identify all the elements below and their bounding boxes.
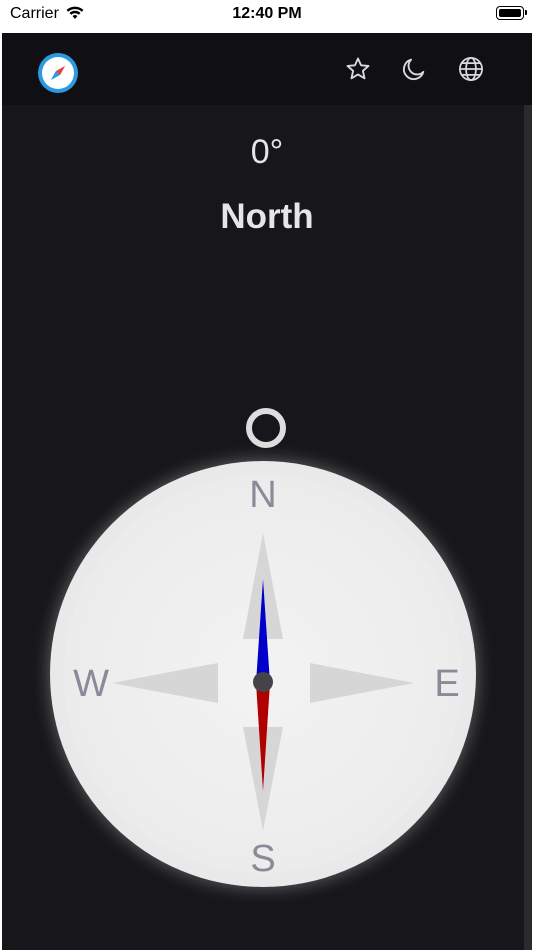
cardinal-e: E [434, 663, 460, 705]
rose-point-east [310, 663, 414, 703]
cardinal-s: S [250, 838, 276, 880]
heading-degrees: 0° [250, 133, 284, 171]
status-bar: Carrier 12:40 PM [0, 0, 534, 30]
toolbar [2, 33, 532, 105]
compass-app: 0° North N E S W [2, 33, 532, 950]
cardinal-w: W [73, 663, 109, 705]
heading-direction: North [220, 197, 314, 236]
globe-icon[interactable] [457, 55, 485, 83]
compass-dial[interactable]: N E S W [50, 461, 476, 887]
clock: 12:40 PM [232, 5, 302, 22]
rose-point-west [112, 663, 218, 703]
moon-icon[interactable] [400, 55, 428, 83]
needle-pivot [253, 672, 273, 692]
battery-icon [496, 6, 527, 20]
heading-marker [246, 408, 286, 448]
compass-logo-icon[interactable] [38, 53, 78, 93]
star-icon[interactable] [344, 55, 372, 83]
cardinal-n: N [249, 474, 277, 516]
